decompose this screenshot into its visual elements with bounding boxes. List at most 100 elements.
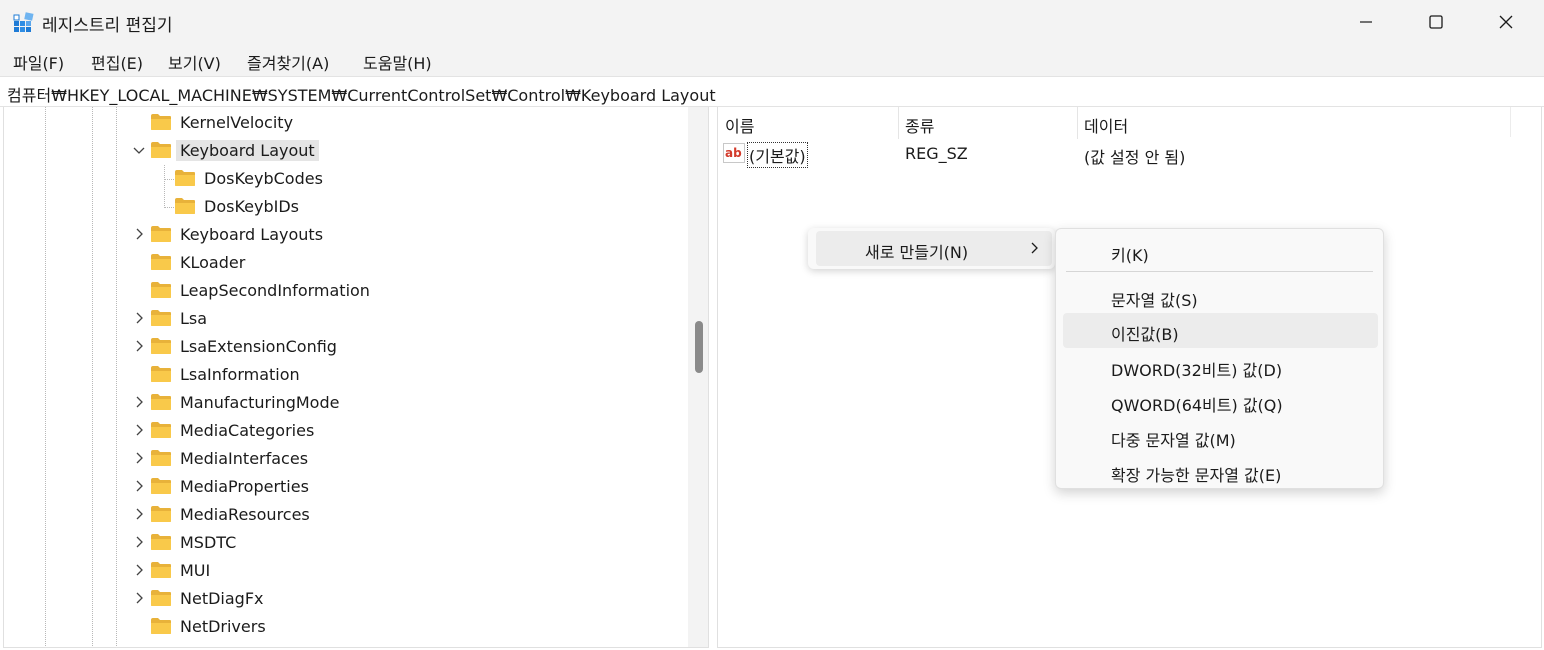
title-bar: 레지스트리 편집기 <box>0 0 1544 44</box>
folder-icon <box>151 394 171 410</box>
tree-item[interactable]: NetDrivers <box>4 614 684 640</box>
column-header-name[interactable]: 이름 <box>725 113 754 137</box>
tree-item-label: MediaInterfaces <box>180 449 309 468</box>
submenu-item-key[interactable]: 키(K) <box>1063 234 1378 269</box>
submenu-item-binary-value[interactable]: 이진값(B) <box>1063 313 1378 348</box>
folder-icon <box>151 282 171 298</box>
tree-item-label: MediaProperties <box>180 477 309 496</box>
registry-editor-icon <box>13 12 34 32</box>
folder-icon <box>151 310 171 326</box>
tree-item[interactable]: MediaCategories <box>4 418 684 444</box>
submenu-item-qword-value[interactable]: QWORD(64비트) 값(Q) <box>1063 384 1378 419</box>
maximize-button[interactable] <box>1401 0 1471 44</box>
submenu-item-binary-value-label: 이진값(B) <box>1111 325 1179 344</box>
string-value-icon: ab <box>723 143 745 163</box>
svg-text:ab: ab <box>725 146 742 160</box>
submenu-item-multi-string-value[interactable]: 다중 문자열 값(M) <box>1063 419 1378 454</box>
tree-item-label: MSDTC <box>180 533 237 552</box>
key-tree-pane: KernelVelocity Keyboard Layout DosKeybCode… <box>3 107 709 648</box>
tree-item-label: MediaCategories <box>180 421 315 440</box>
tree-item[interactable]: MSDTC <box>4 530 684 556</box>
address-bar[interactable]: 컴퓨터₩HKEY_LOCAL_MACHINE₩SYSTEM₩CurrentCon… <box>0 76 1544 107</box>
tree-item-label: DosKeybCodes <box>204 169 323 188</box>
folder-icon <box>151 450 171 466</box>
value-type: REG_SZ <box>905 144 968 163</box>
column-separator[interactable] <box>898 107 899 139</box>
tree-item[interactable]: MUI <box>4 558 684 584</box>
minimize-button[interactable] <box>1331 0 1401 44</box>
tree-item[interactable]: MediaInterfaces <box>4 446 684 472</box>
value-row[interactable]: ab (기본값) REG_SZ (값 설정 안 됨) <box>723 141 1523 168</box>
folder-icon <box>151 534 171 550</box>
folder-icon <box>151 226 171 242</box>
menu-favorites[interactable]: 즐겨찾기(A) <box>247 50 329 74</box>
tree-item-label: LeapSecondInformation <box>180 281 370 300</box>
tree-item-label: NetDiagFx <box>180 589 264 608</box>
tree-item-label: KLoader <box>180 253 246 272</box>
menu-edit[interactable]: 편집(E) <box>91 50 143 74</box>
folder-icon <box>151 506 171 522</box>
chevron-right-icon[interactable] <box>132 311 146 325</box>
tree-item[interactable]: DosKeybCodes <box>4 166 684 192</box>
chevron-right-icon[interactable] <box>132 479 146 493</box>
folder-icon <box>151 478 171 494</box>
address-path[interactable]: 컴퓨터₩HKEY_LOCAL_MACHINE₩SYSTEM₩CurrentCon… <box>7 82 716 106</box>
tree-item[interactable]: KLoader <box>4 250 684 276</box>
tree-item-label: KernelVelocity <box>180 113 294 132</box>
close-button[interactable] <box>1471 0 1541 44</box>
value-data: (값 설정 안 됨) <box>1084 148 1186 167</box>
tree-scrollbar-thumb[interactable] <box>695 321 703 373</box>
submenu-item-expandable-string-value-label: 확장 가능한 문자열 값(E) <box>1111 466 1282 485</box>
folder-icon <box>175 198 195 214</box>
menu-help[interactable]: 도움말(H) <box>363 50 432 74</box>
chevron-down-icon[interactable] <box>132 143 146 157</box>
tree-item[interactable]: LeapSecondInformation <box>4 278 684 304</box>
folder-icon <box>175 170 195 186</box>
tree-item[interactable]: ManufacturingMode <box>4 390 684 416</box>
tree-item-label: MUI <box>180 561 211 580</box>
tree-item[interactable]: MediaProperties <box>4 474 684 500</box>
column-header-type[interactable]: 종류 <box>905 113 934 137</box>
tree-item[interactable]: LsaInformation <box>4 362 684 388</box>
submenu-item-expandable-string-value[interactable]: 확장 가능한 문자열 값(E) <box>1063 454 1378 489</box>
chevron-right-icon[interactable] <box>132 591 146 605</box>
window-title: 레지스트리 편집기 <box>42 16 173 36</box>
menu-file[interactable]: 파일(F) <box>13 50 64 74</box>
tree-item-label: NetDrivers <box>180 617 266 636</box>
submenu-item-multi-string-value-label: 다중 문자열 값(M) <box>1111 431 1236 450</box>
tree-item[interactable]: Keyboard Layouts <box>4 222 684 248</box>
tree-item[interactable]: MediaResources <box>4 502 684 528</box>
tree-item-label: ManufacturingMode <box>180 393 340 412</box>
folder-icon <box>151 562 171 578</box>
folder-icon <box>151 338 171 354</box>
tree-item[interactable]: KernelVelocity <box>4 110 684 136</box>
tree-item[interactable]: NetDiagFx <box>4 586 684 612</box>
menu-view[interactable]: 보기(V) <box>168 50 221 74</box>
submenu-item-dword-value-label: DWORD(32비트) 값(D) <box>1111 361 1283 380</box>
tree-item-label: DosKeybIDs <box>204 197 299 216</box>
folder-icon <box>151 422 171 438</box>
submenu-item-string-value[interactable]: 문자열 값(S) <box>1063 279 1378 314</box>
tree-item[interactable]: Lsa <box>4 306 684 332</box>
chevron-right-icon[interactable] <box>132 227 146 241</box>
folder-icon <box>151 114 171 130</box>
submenu-item-dword-value[interactable]: DWORD(32비트) 값(D) <box>1063 349 1378 384</box>
value-name[interactable]: (기본값) <box>747 142 808 168</box>
chevron-right-icon[interactable] <box>132 507 146 521</box>
chevron-right-icon[interactable] <box>132 395 146 409</box>
folder-icon <box>151 254 171 270</box>
submenu-item-string-value-label: 문자열 값(S) <box>1111 291 1198 310</box>
column-header-data[interactable]: 데이터 <box>1084 113 1128 137</box>
folder-icon <box>151 590 171 606</box>
tree-item[interactable]: DosKeybIDs <box>4 194 684 220</box>
tree-item[interactable]: Keyboard Layout <box>4 138 684 164</box>
chevron-right-icon[interactable] <box>132 563 146 577</box>
tree-item[interactable]: LsaExtensionConfig <box>4 334 684 360</box>
tree-scrollbar[interactable] <box>688 107 708 647</box>
chevron-right-icon[interactable] <box>132 451 146 465</box>
chevron-right-icon[interactable] <box>132 339 146 353</box>
chevron-right-icon[interactable] <box>132 535 146 549</box>
list-scrollbar[interactable] <box>1510 107 1541 137</box>
column-separator[interactable] <box>1077 107 1078 139</box>
chevron-right-icon[interactable] <box>132 423 146 437</box>
